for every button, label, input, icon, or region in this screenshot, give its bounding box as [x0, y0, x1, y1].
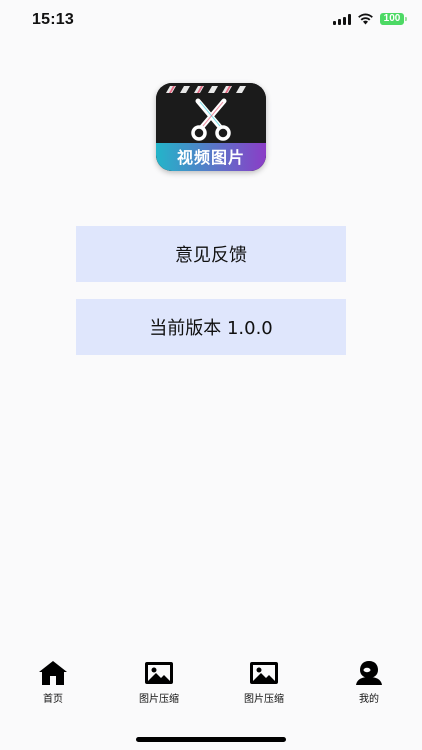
wifi-icon — [358, 13, 373, 25]
tab-mine-label: 我的 — [359, 694, 379, 705]
status-icons: 100 — [333, 13, 407, 25]
signal-icon — [333, 13, 351, 25]
tab-image-compress-2-label: 图片压缩 — [244, 694, 284, 705]
tab-image-compress-2[interactable]: 图片压缩 — [224, 660, 304, 705]
battery-level: 100 — [383, 13, 401, 24]
image-icon — [250, 662, 278, 684]
version-label: 当前版本 1.0.0 — [149, 318, 273, 339]
tab-home-label: 首页 — [43, 694, 63, 705]
tab-home[interactable]: 首页 — [13, 660, 93, 705]
tab-mine[interactable]: 我的 — [329, 660, 409, 705]
app-logo: 视频图片 — [156, 83, 266, 171]
home-indicator[interactable] — [136, 737, 286, 742]
status-time: 15:13 — [32, 11, 74, 28]
home-icon — [39, 661, 67, 685]
user-icon — [356, 661, 382, 685]
tab-image-compress-label: 图片压缩 — [139, 694, 179, 705]
image-icon — [145, 662, 173, 684]
tab-bar: 首页 图片压缩 图片压缩 我的 — [0, 660, 422, 720]
feedback-label: 意见反馈 — [175, 245, 247, 266]
status-bar: 15:13 100 — [0, 0, 422, 44]
tab-image-compress[interactable]: 图片压缩 — [119, 660, 199, 705]
logo-text: 视频图片 — [176, 148, 245, 167]
battery-icon: 100 — [380, 13, 407, 25]
feedback-button[interactable]: 意见反馈 — [76, 226, 346, 282]
version-button[interactable]: 当前版本 1.0.0 — [76, 299, 346, 355]
